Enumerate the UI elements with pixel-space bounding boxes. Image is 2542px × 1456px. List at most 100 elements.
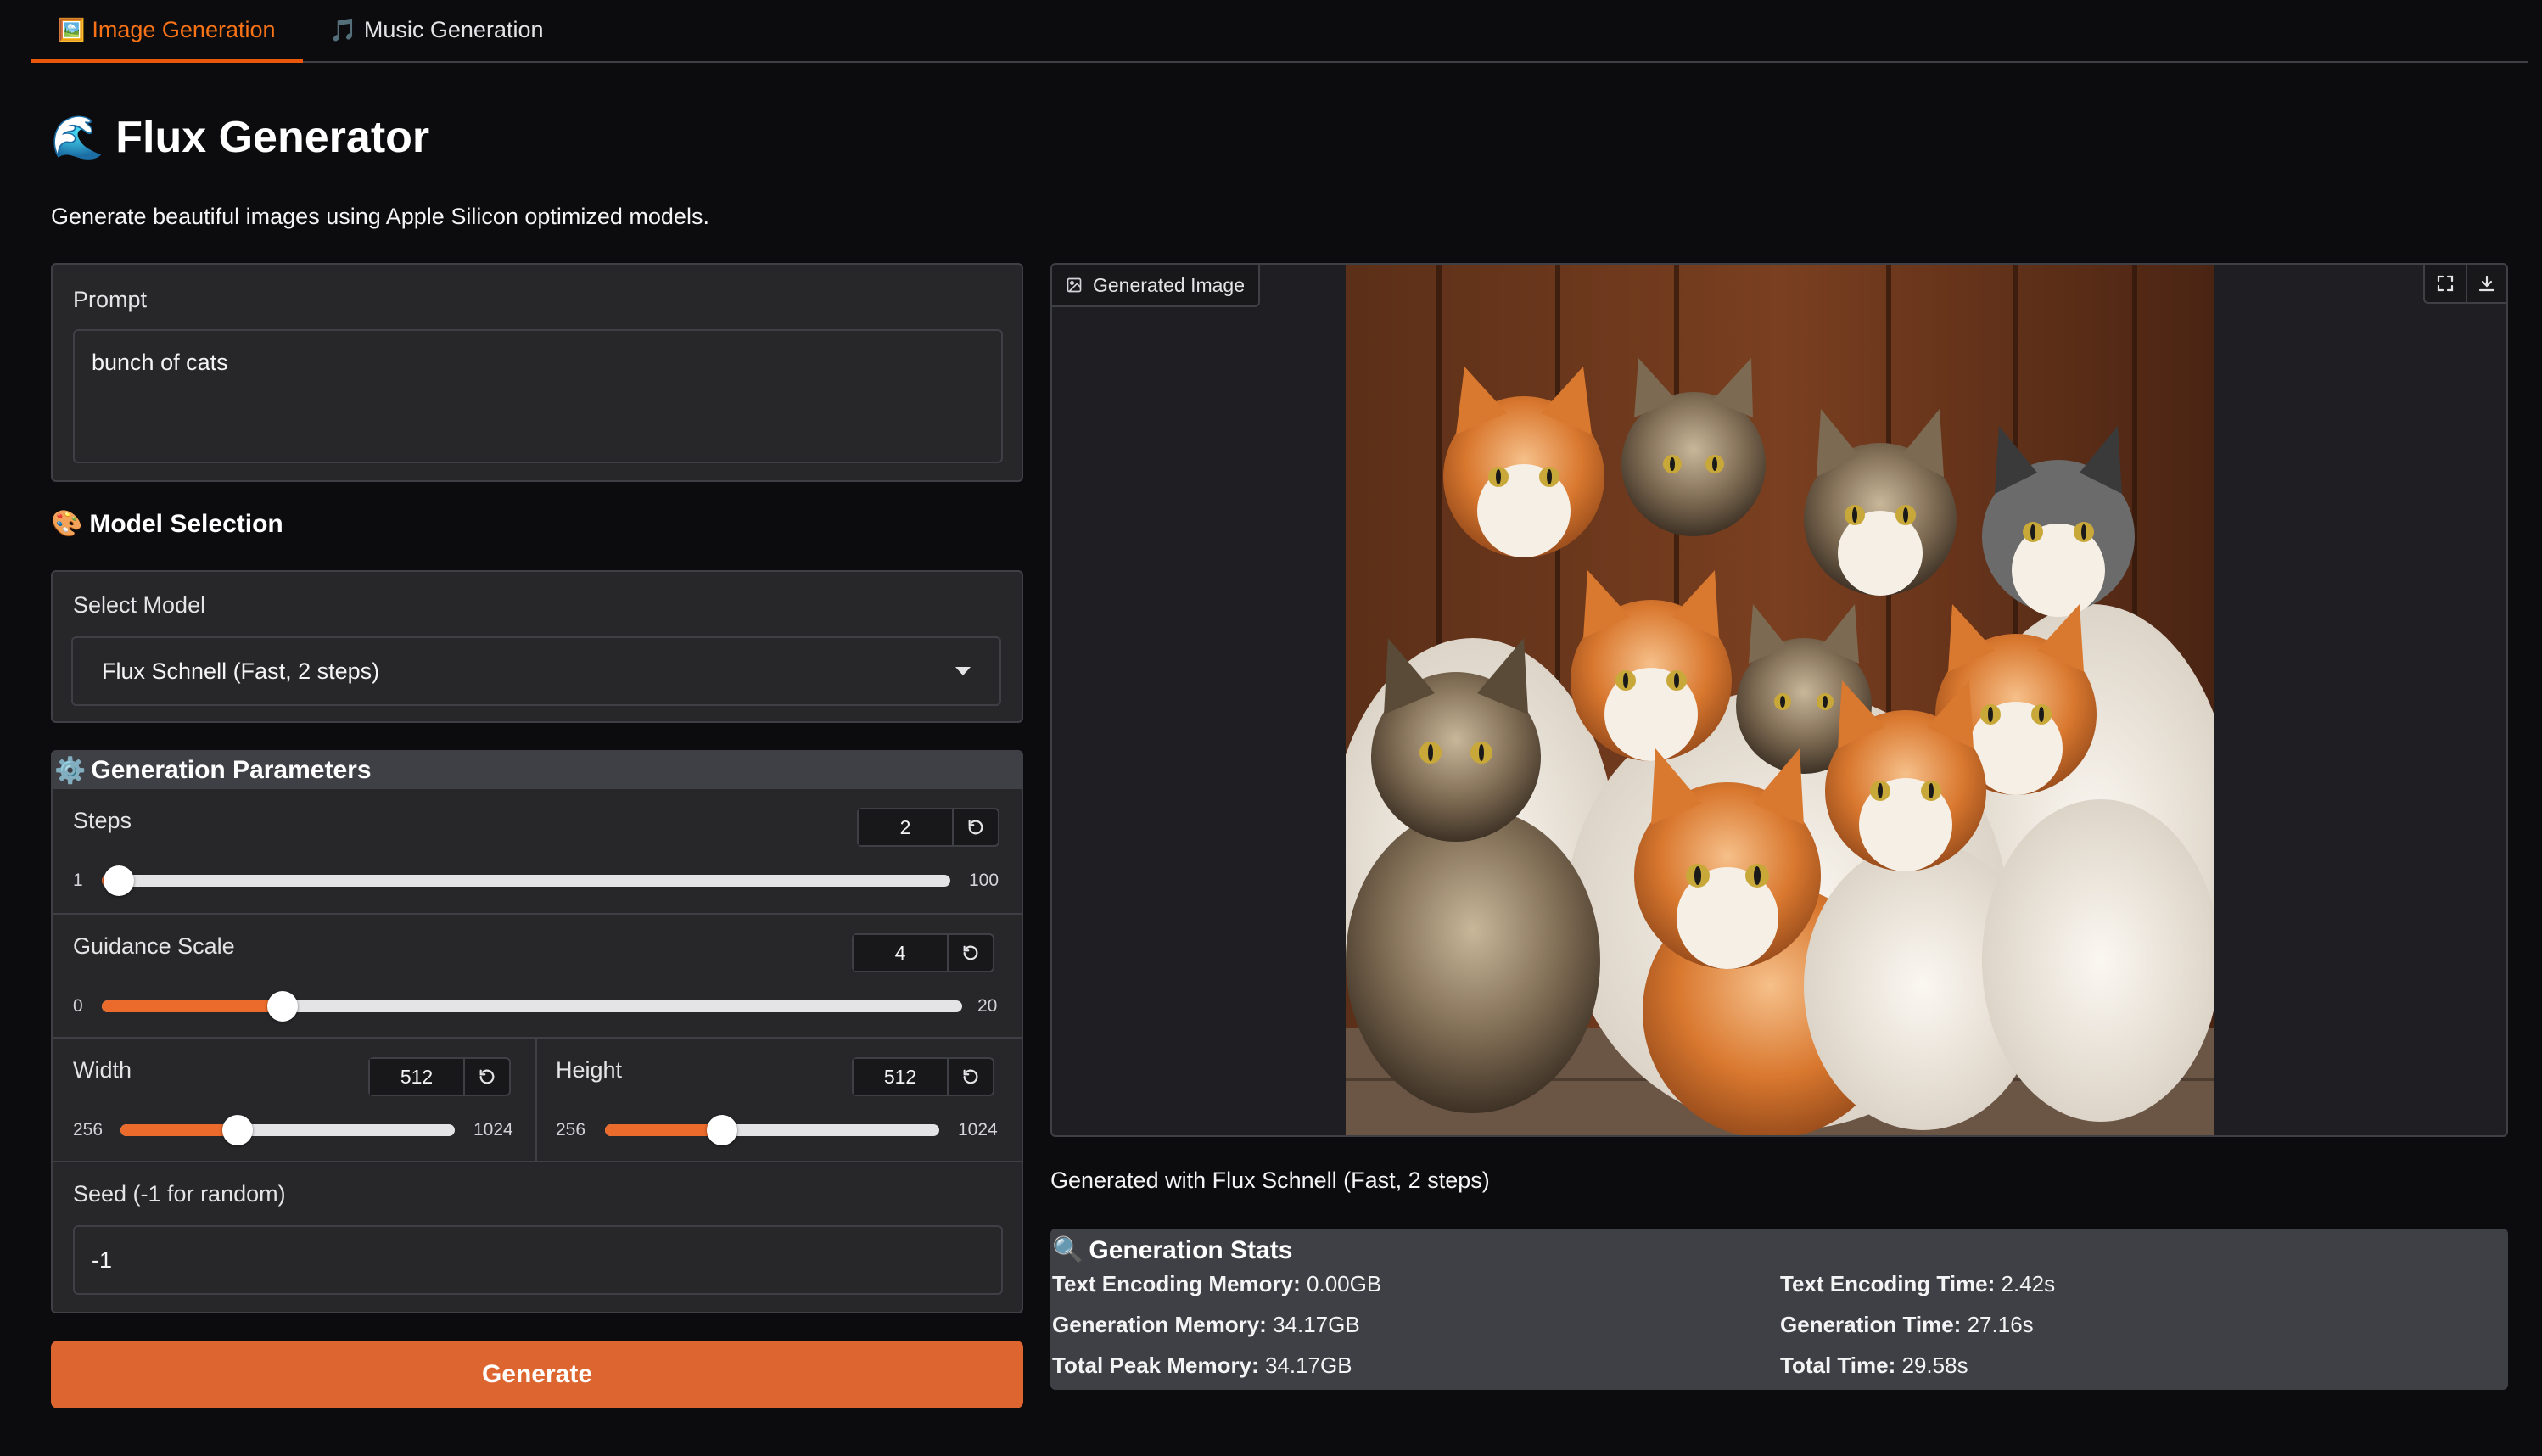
model-selection-heading-text: Model Selection: [89, 509, 283, 538]
seed-label: Seed (-1 for random): [73, 1181, 286, 1207]
guidance-number-group: 4: [852, 933, 994, 972]
stat-key: Text Encoding Memory:: [1052, 1271, 1301, 1296]
reset-icon: [968, 820, 983, 835]
generation-stats-panel: 🔍 Generation Stats Text Encoding Memory:…: [1050, 1229, 2508, 1390]
stat-value: 27.16s: [1967, 1312, 2034, 1337]
stat-value: 34.17GB: [1273, 1312, 1360, 1337]
stat-key: Total Peak Memory:: [1052, 1352, 1259, 1378]
guidance-row: Guidance Scale 4 0 20: [53, 913, 1022, 1037]
height-slider-thumb[interactable]: [706, 1115, 737, 1145]
stat-key: Generation Time:: [1780, 1312, 1962, 1337]
model-selection-heading: 🎨 Model Selection: [51, 509, 283, 539]
width-reset-button[interactable]: [465, 1059, 509, 1095]
gear-icon: ⚙️: [54, 756, 87, 785]
page-title-text: Flux Generator: [115, 113, 430, 162]
generated-image-panel: Generated Image: [1050, 263, 2508, 1137]
tab-label: Music Generation: [363, 16, 544, 42]
chevron-down-icon: [955, 667, 971, 675]
guidance-slider[interactable]: [102, 991, 962, 1022]
generation-parameters-heading[interactable]: ⚙️ Generation Parameters: [53, 752, 1022, 789]
stat-generation-memory: Generation Memory: 34.17GB: [1052, 1312, 1360, 1338]
steps-slider[interactable]: [102, 865, 950, 896]
width-min: 256: [73, 1120, 104, 1140]
wave-icon: 🌊: [51, 113, 104, 161]
generation-stats-heading-text: Generation Stats: [1089, 1235, 1293, 1264]
guidance-reset-button[interactable]: [949, 935, 993, 971]
prompt-label: Prompt: [73, 287, 148, 312]
width-max: 1024: [473, 1120, 513, 1140]
download-button[interactable]: [2466, 265, 2506, 302]
tab-bar: 🖼️ Image Generation 🎵 Music Generation: [31, 0, 2528, 63]
dimensions-row: Width 512 256 1024 Height 512 256 1024: [53, 1037, 1022, 1161]
width-slider[interactable]: [120, 1115, 455, 1145]
generated-image: [1346, 265, 2214, 1135]
height-input[interactable]: 512: [854, 1059, 949, 1095]
stat-key: Text Encoding Time:: [1780, 1271, 1996, 1296]
palette-icon: 🎨: [51, 510, 83, 538]
steps-reset-button[interactable]: [954, 809, 998, 845]
image-actions: [2423, 265, 2506, 304]
guidance-slider-fill: [102, 1000, 283, 1012]
fullscreen-button[interactable]: [2425, 265, 2466, 302]
guidance-slider-thumb[interactable]: [266, 991, 298, 1022]
music-note-icon: 🎵: [329, 16, 357, 42]
stat-value: 2.42s: [2001, 1271, 2056, 1296]
select-model-label: Select Model: [73, 592, 206, 618]
reset-icon: [963, 945, 978, 960]
steps-row: Steps 2 1 100: [53, 789, 1022, 913]
framed-picture-icon: 🖼️: [58, 16, 86, 42]
page-title: 🌊 Flux Generator: [51, 112, 429, 163]
cats-picture: [1346, 265, 2214, 1135]
stat-key: Generation Memory:: [1052, 1312, 1267, 1337]
image-icon: [1067, 277, 1082, 293]
stat-text-encoding-time: Text Encoding Time: 2.42s: [1780, 1271, 2055, 1297]
steps-min: 1: [73, 871, 83, 890]
steps-slider-thumb[interactable]: [104, 865, 134, 896]
height-reset-button[interactable]: [949, 1059, 993, 1095]
download-icon: [2478, 275, 2495, 292]
width-slider-thumb[interactable]: [221, 1115, 253, 1145]
tab-image-generation[interactable]: 🖼️ Image Generation: [31, 0, 303, 63]
width-cell: Width 512 256 1024: [53, 1039, 537, 1161]
stat-value: 34.17GB: [1264, 1352, 1352, 1378]
model-dropdown-value: Flux Schnell (Fast, 2 steps): [102, 658, 380, 684]
stat-key: Total Time:: [1780, 1352, 1896, 1378]
steps-label: Steps: [73, 808, 132, 833]
stat-value: 29.58s: [1901, 1352, 1968, 1378]
height-slider[interactable]: [605, 1115, 939, 1145]
guidance-min: 0: [73, 996, 83, 1016]
fullscreen-icon: [2437, 275, 2454, 292]
magnifier-icon: 🔍: [1052, 1236, 1084, 1264]
stat-total-peak-memory: Total Peak Memory: 34.17GB: [1052, 1352, 1352, 1379]
height-number-group: 512: [852, 1057, 994, 1096]
height-max: 1024: [958, 1120, 998, 1140]
generated-image-label: Generated Image: [1052, 265, 1261, 307]
height-cell: Height 512 256 1024: [537, 1039, 1022, 1161]
stat-total-time: Total Time: 29.58s: [1780, 1352, 1968, 1379]
width-number-group: 512: [368, 1057, 511, 1096]
tab-music-generation[interactable]: 🎵 Music Generation: [303, 0, 571, 61]
width-label: Width: [73, 1057, 132, 1083]
model-dropdown[interactable]: Flux Schnell (Fast, 2 steps): [71, 636, 1001, 706]
seed-input[interactable]: -1: [73, 1225, 1003, 1295]
height-min: 256: [556, 1120, 586, 1140]
steps-number-group: 2: [857, 808, 999, 847]
generated-image-label-text: Generated Image: [1093, 273, 1246, 296]
guidance-label: Guidance Scale: [73, 933, 235, 959]
stat-text-encoding-memory: Text Encoding Memory: 0.00GB: [1052, 1271, 1381, 1297]
tab-label: Image Generation: [92, 16, 276, 42]
prompt-textarea[interactable]: bunch of cats: [73, 329, 1003, 463]
width-slider-fill: [120, 1124, 238, 1136]
guidance-input[interactable]: 4: [854, 935, 949, 971]
width-input[interactable]: 512: [370, 1059, 465, 1095]
guidance-max: 20: [977, 996, 998, 1016]
steps-input[interactable]: 2: [859, 809, 954, 845]
height-slider-fill: [605, 1124, 722, 1136]
generation-caption: Generated with Flux Schnell (Fast, 2 ste…: [1050, 1168, 1490, 1193]
reset-icon: [963, 1069, 978, 1084]
stat-value: 0.00GB: [1307, 1271, 1382, 1296]
steps-max: 100: [969, 871, 999, 890]
generation-parameters-heading-text: Generation Parameters: [91, 756, 372, 784]
generate-button[interactable]: Generate: [51, 1341, 1023, 1408]
generation-stats-heading: 🔍 Generation Stats: [1052, 1235, 1292, 1265]
